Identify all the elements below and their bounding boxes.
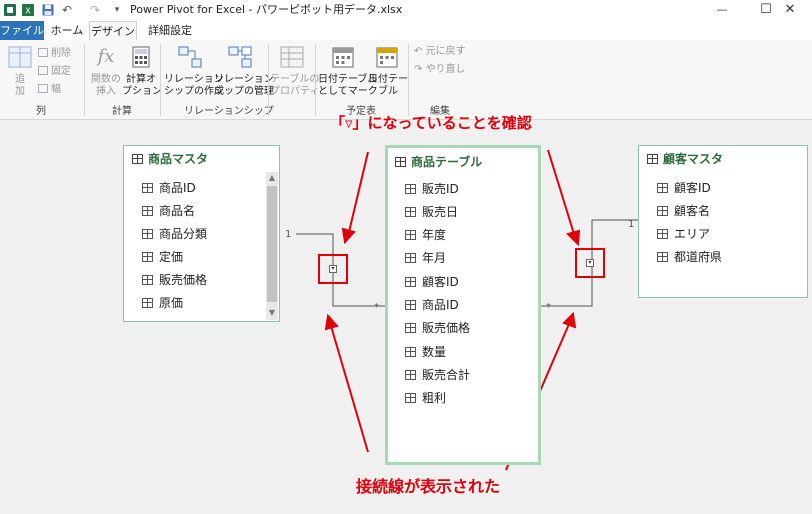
field-label: 販売合計 [422,368,471,382]
cardinality-many-left: * [374,302,379,313]
column-icon [405,184,416,194]
column-icon [657,183,668,193]
field-label: 販売ID [422,182,459,196]
field-label: エリア [674,227,711,241]
field-label: 顧客ID [674,181,711,195]
scroll-thumb[interactable] [267,186,277,302]
field-label: 販売価格 [422,321,471,335]
column-icon [405,347,416,357]
field-label: 年度 [422,228,447,242]
column-icon [405,370,416,380]
field-item[interactable]: 販売日 [405,204,458,220]
filter-direction-icon-right[interactable]: ▾ [586,259,594,267]
column-icon [657,229,668,239]
column-icon [142,183,153,193]
scroll-up-icon[interactable]: ▲ [267,173,277,183]
table-card-product-master[interactable]: 商品マスタ 商品ID 商品名 商品分類 定価 販売価格 原価 ▲ ▼ [123,145,280,322]
annotation-arrow [330,325,369,453]
field-label: 粗利 [422,391,447,405]
column-icon [142,206,153,216]
field-label: 商品ID [159,181,196,195]
table-name: 商品テーブル [411,155,483,169]
field-item[interactable]: 年月 [405,250,446,266]
power-pivot-window: X ↶ ↷ ▾ Power Pivot for Excel - パワーピボット用… [0,0,812,514]
field-label: 原価 [159,296,184,310]
field-item[interactable]: 顧客ID [657,180,711,196]
field-label: 定価 [159,250,184,264]
field-item[interactable]: 商品名 [142,203,195,219]
table-card-customer-master[interactable]: 顧客マスタ 顧客ID 顧客名 エリア 都道府県 [638,145,808,298]
column-icon [142,229,153,239]
column-icon [405,230,416,240]
field-item[interactable]: 数量 [405,344,446,360]
table-name: 商品マスタ [148,152,209,166]
column-icon [405,277,416,287]
field-item[interactable]: 販売価格 [405,320,470,336]
field-item[interactable]: 顧客ID [405,274,459,290]
table-name: 顧客マスタ [663,152,724,166]
cardinality-many-right: * [546,302,551,313]
column-icon [405,300,416,310]
field-label: 数量 [422,345,447,359]
cardinality-one-left: 1 [285,229,292,240]
field-item[interactable]: 販売合計 [405,367,470,383]
field-label: 販売価格 [159,273,208,287]
annotation-arrow [547,149,575,235]
column-icon [657,206,668,216]
column-icon [142,275,153,285]
annotation-bottom: 接続線が表示された [356,477,501,496]
table-title: 顧客マスタ [647,152,723,166]
field-item[interactable]: 商品分類 [142,226,207,242]
column-icon [405,207,416,217]
field-item[interactable]: 商品ID [405,297,459,313]
table-title: 商品テーブル [395,155,482,169]
column-icon [657,252,668,262]
field-label: 年月 [422,251,447,265]
field-label: 販売日 [422,205,459,219]
scrollbar[interactable]: ▲ ▼ [266,172,278,320]
column-icon [142,298,153,308]
scroll-down-icon[interactable]: ▼ [267,308,277,318]
field-label: 商品名 [159,204,196,218]
table-icon [647,154,658,164]
column-icon [405,253,416,263]
annotation-arrowhead [324,313,339,331]
field-item[interactable]: 販売価格 [142,272,207,288]
field-label: 顧客名 [674,204,711,218]
annotation-arrowhead [341,227,356,245]
cardinality-one-right: 1 [628,219,635,230]
column-icon [405,393,416,403]
field-item[interactable]: エリア [657,226,710,242]
field-label: 顧客ID [422,275,459,289]
table-icon [395,157,406,167]
annotation-arrowhead [566,229,581,247]
field-label: 商品分類 [159,227,208,241]
field-label: 商品ID [422,298,459,312]
annotation-top: 「▿」になっていることを確認 [330,114,532,132]
field-item[interactable]: 原価 [142,295,183,311]
field-item[interactable]: 定価 [142,249,183,265]
column-icon [405,323,416,333]
field-item[interactable]: 販売ID [405,181,459,197]
table-card-product-table[interactable]: 商品テーブル 販売ID 販売日 年度 年月 顧客ID 商品ID 販売価格 数量 … [385,145,541,465]
table-icon [132,154,143,164]
annotation-arrow [348,151,369,233]
field-item[interactable]: 粗利 [405,390,446,406]
annotation-arrowhead [562,311,577,329]
field-label: 都道府県 [674,250,723,264]
filter-direction-icon-left[interactable]: ▾ [329,265,337,273]
column-icon [142,252,153,262]
field-item[interactable]: 顧客名 [657,203,710,219]
field-item[interactable]: 商品ID [142,180,196,196]
table-title: 商品マスタ [132,152,208,166]
field-item[interactable]: 年度 [405,227,446,243]
field-item[interactable]: 都道府県 [657,249,722,265]
